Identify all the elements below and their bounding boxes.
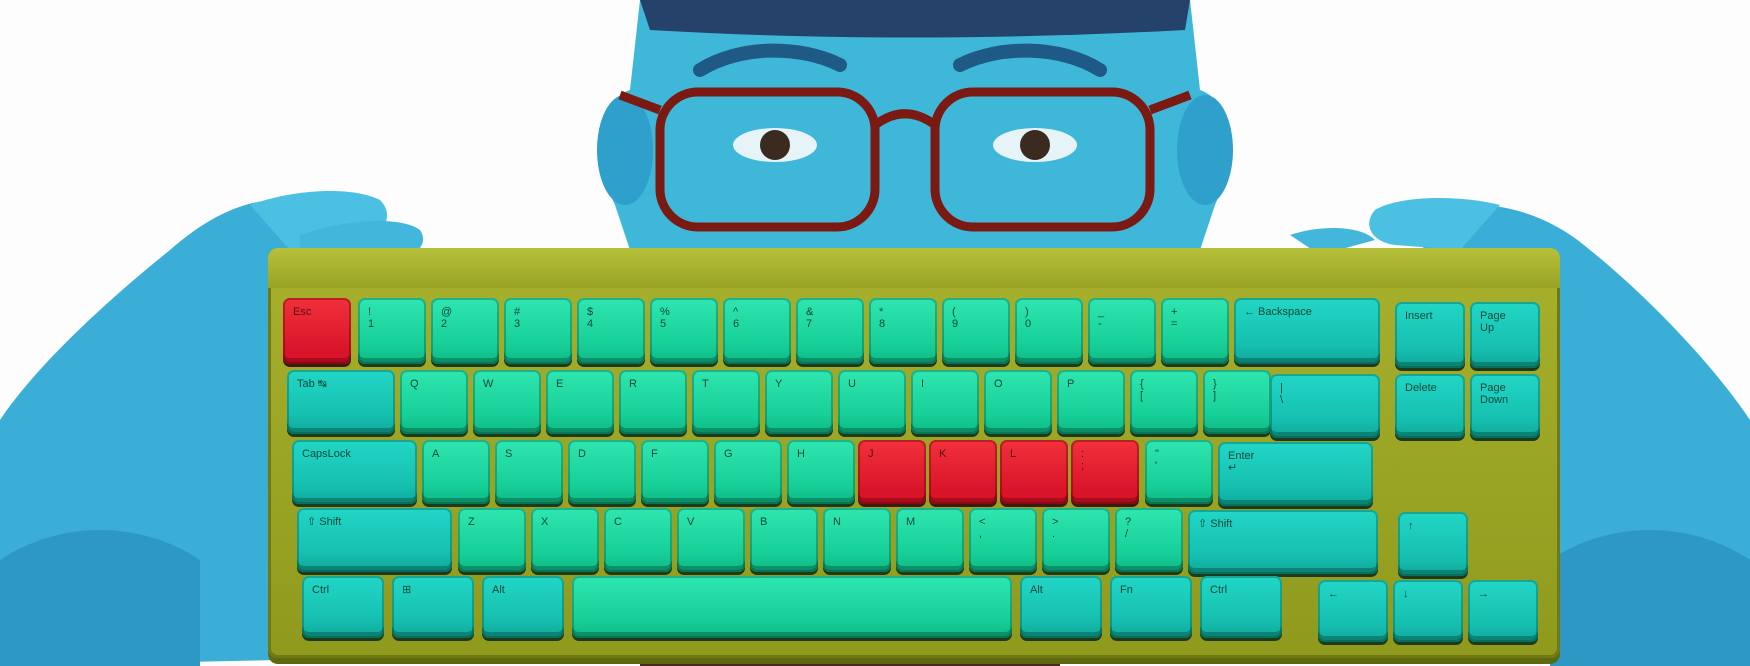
keycap: P: [1057, 370, 1125, 434]
keycap: Esc: [283, 298, 351, 364]
keycap: N: [823, 508, 891, 572]
keycap: % 5: [650, 298, 718, 364]
keycap: V: [677, 508, 745, 572]
keycap: # 3: [504, 298, 572, 364]
keycap: H: [787, 440, 855, 504]
keycap: Page Down: [1470, 374, 1540, 438]
keycap: W: [473, 370, 541, 434]
keyboard-top-edge: [268, 248, 1560, 288]
keycap: X: [531, 508, 599, 572]
keycap: L: [1000, 440, 1068, 504]
keycap: C: [604, 508, 672, 572]
keycap: M: [896, 508, 964, 572]
keycap: CapsLock: [292, 440, 417, 504]
keycap: F: [641, 440, 709, 504]
keycap: } ]: [1203, 370, 1271, 434]
keycap: ←: [1318, 580, 1388, 642]
keycap: R: [619, 370, 687, 434]
keycap: G: [714, 440, 782, 504]
keycap: B: [750, 508, 818, 572]
keycap: S: [495, 440, 563, 504]
keycap: I: [911, 370, 979, 434]
keycap: K: [929, 440, 997, 504]
spacebar-key: [572, 576, 1012, 638]
keycap: Page Up: [1470, 302, 1540, 368]
keycap: Tab ↹: [287, 370, 395, 434]
photo-scene: Esc! 1 @ 2 # 3 $ 4% 5 ^ 6 & 7 * 8( 9) 0 _ - + = ←…: [0, 0, 1750, 666]
keycap: Enter ↵: [1218, 442, 1373, 506]
keycap: $ 4: [577, 298, 645, 364]
keycap: Fn: [1110, 576, 1192, 638]
keycap: Alt: [1020, 576, 1102, 638]
keycap: : ;: [1071, 440, 1139, 504]
keycap: { [: [1130, 370, 1198, 434]
keycap: Alt: [482, 576, 564, 638]
left-ear: [597, 95, 653, 205]
keycap: T: [692, 370, 760, 434]
keycap: Q: [400, 370, 468, 434]
keycap: * 8: [869, 298, 937, 364]
keycap: ⇧ Shift: [1188, 510, 1378, 574]
keycap: D: [568, 440, 636, 504]
keycap: ⊞: [392, 576, 474, 638]
keycap: < ,: [969, 508, 1037, 572]
keycap: Insert: [1395, 302, 1465, 368]
keycap: ^ 6: [723, 298, 791, 364]
keycap: & 7: [796, 298, 864, 364]
keycap: J: [858, 440, 926, 504]
keycap: > .: [1042, 508, 1110, 572]
keycap: ⇧ Shift: [297, 508, 452, 572]
keycap: Ctrl: [1200, 576, 1282, 638]
keycap: Delete: [1395, 374, 1465, 438]
keycap: Y: [765, 370, 833, 434]
keycap: E: [546, 370, 614, 434]
keycap: " ': [1145, 440, 1213, 504]
keycap: ↓: [1393, 580, 1463, 642]
keycap: Ctrl: [302, 576, 384, 638]
head: [597, 0, 1233, 250]
keycap: ? /: [1115, 508, 1183, 572]
keycap: ! 1: [358, 298, 426, 364]
keycap: ← Backspace: [1234, 298, 1380, 364]
keycap: @ 2: [431, 298, 499, 364]
keycap: Z: [458, 508, 526, 572]
keycap: ↑: [1398, 512, 1468, 576]
keycap: O: [984, 370, 1052, 434]
keycap: →: [1468, 580, 1538, 642]
right-ear: [1177, 95, 1233, 205]
keycap: _ -: [1088, 298, 1156, 364]
keycap: U: [838, 370, 906, 434]
keycap: ) 0: [1015, 298, 1083, 364]
hair: [640, 0, 1190, 38]
keycap: + =: [1161, 298, 1229, 364]
keycap: A: [422, 440, 490, 504]
keycap: | \: [1270, 374, 1380, 438]
keycap: ( 9: [942, 298, 1010, 364]
